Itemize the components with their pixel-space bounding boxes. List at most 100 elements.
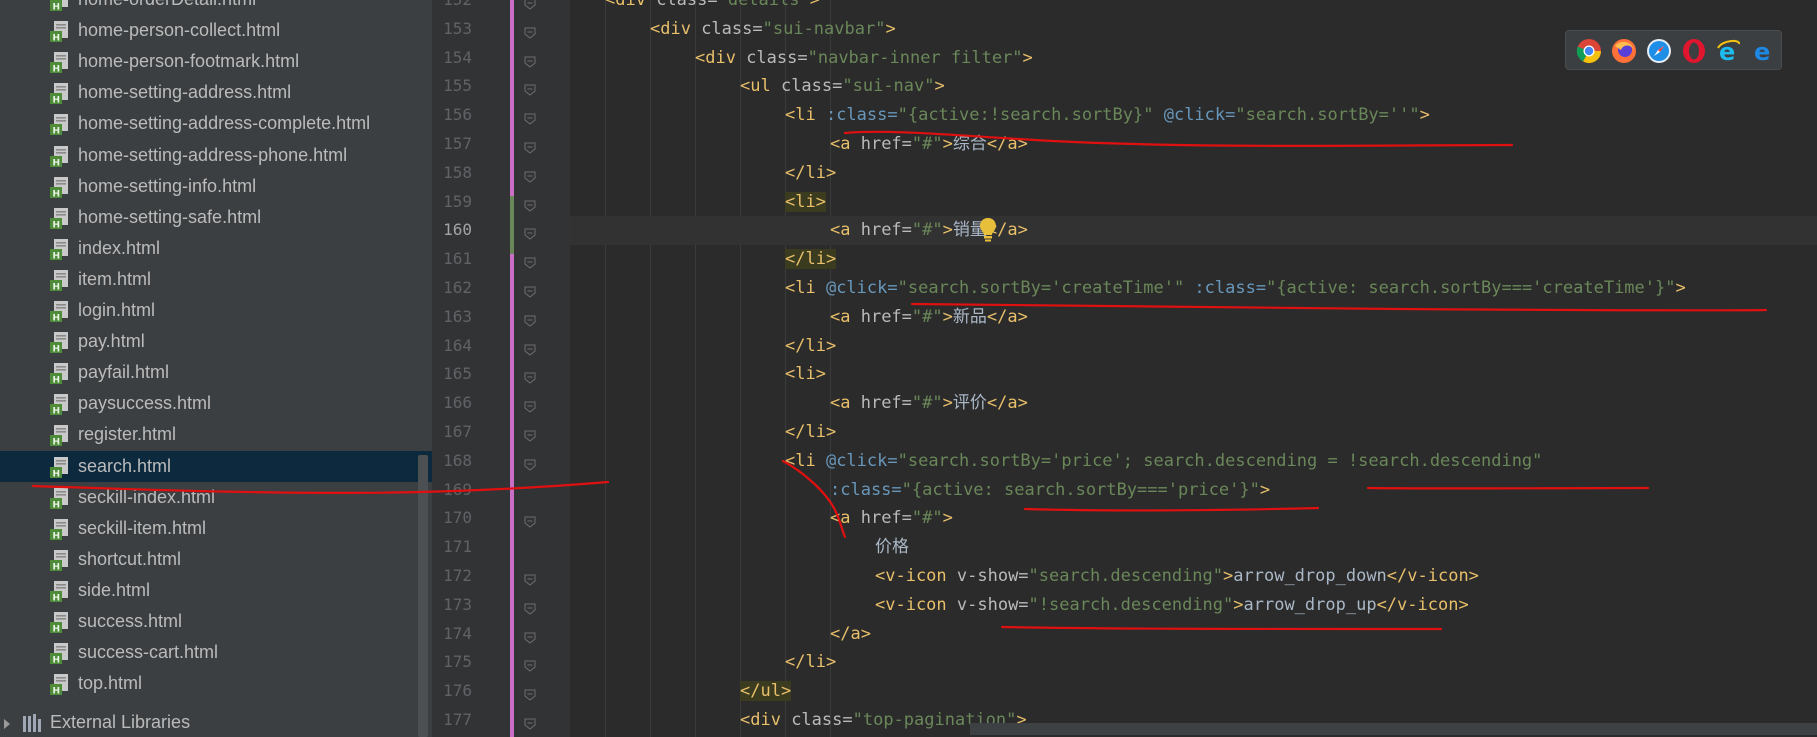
fold-marker-icon[interactable]: [524, 341, 536, 356]
chrome-icon[interactable]: [1576, 38, 1602, 64]
code-text: </li>: [785, 245, 837, 274]
code-token: :class=: [1194, 278, 1267, 298]
expand-arrow-icon[interactable]: [4, 719, 10, 729]
fold-marker-icon[interactable]: [524, 283, 536, 298]
code-text: </li>: [785, 159, 836, 188]
code-token: :class=: [825, 105, 898, 126]
safari-icon[interactable]: [1646, 38, 1672, 64]
file-tree-item[interactable]: Hpay.html: [0, 326, 432, 357]
fold-marker-icon[interactable]: [524, 427, 536, 442]
fold-marker-icon[interactable]: [524, 197, 536, 212]
fold-marker-icon[interactable]: [524, 629, 536, 644]
file-tree-item[interactable]: Hlogin.html: [0, 295, 432, 326]
code-line[interactable]: <v-icon v-show="!search.descending">arro…: [570, 591, 1817, 620]
fold-marker-icon[interactable]: [524, 571, 536, 586]
fold-marker-icon[interactable]: [524, 398, 536, 413]
file-tree-item[interactable]: Hhome-setting-address.html: [0, 77, 432, 108]
fold-marker-icon[interactable]: [524, 312, 536, 327]
fold-marker-icon[interactable]: [524, 110, 536, 125]
code-line[interactable]: <v-icon v-show="search.descending">arrow…: [570, 562, 1817, 591]
file-tree-item[interactable]: Hpayfail.html: [0, 357, 432, 388]
code-line[interactable]: <li>: [570, 188, 1817, 217]
file-tree-item[interactable]: Htop.html: [0, 668, 432, 699]
file-tree-item[interactable]: Hhome-setting-info.html: [0, 171, 432, 202]
fold-marker-icon[interactable]: [524, 225, 536, 241]
html-file-icon: H: [50, 549, 68, 571]
svg-text:H: H: [53, 220, 61, 229]
code-token: </li>: [785, 422, 837, 442]
fold-marker-icon[interactable]: [524, 715, 536, 730]
fold-marker-icon[interactable]: [524, 24, 536, 39]
file-tree-item[interactable]: Hhome-setting-address-complete.html: [0, 108, 432, 139]
external-libraries-item[interactable]: External Libraries: [0, 707, 432, 737]
fold-marker-icon[interactable]: [524, 254, 536, 269]
file-tree-item[interactable]: Hshortcut.html: [0, 544, 432, 575]
code-line[interactable]: <li :class="{active:!search.sortBy}" @cl…: [570, 101, 1817, 130]
file-tree-item[interactable]: Hhome-person-footmark.html: [0, 46, 432, 77]
ie-icon[interactable]: e: [1716, 38, 1742, 64]
lightbulb-icon[interactable]: [977, 216, 999, 242]
code-token: >: [1233, 594, 1244, 615]
code-line[interactable]: 价格: [570, 533, 1817, 562]
fold-marker-icon[interactable]: [524, 600, 536, 615]
code-line[interactable]: <a href="#">评价</a>: [570, 389, 1817, 418]
fold-marker-icon[interactable]: [524, 81, 536, 97]
file-tree-item[interactable]: Hsuccess.html: [0, 606, 432, 637]
html-file-icon: H: [50, 643, 68, 665]
fold-marker-icon[interactable]: [524, 53, 536, 68]
code-token: href=: [860, 306, 912, 327]
code-line[interactable]: <div class="details">: [570, 0, 1817, 15]
code-line[interactable]: <a href="#">综合</a>: [570, 130, 1817, 159]
html-file-icon: H: [50, 21, 68, 43]
code-line[interactable]: </ul>: [570, 677, 1817, 706]
code-line[interactable]: </li>: [570, 159, 1817, 188]
line-number: 168: [443, 450, 472, 470]
code-line[interactable]: :class="{active: search.sortBy==='price'…: [570, 476, 1817, 505]
code-line[interactable]: </li>: [570, 332, 1817, 361]
edge-icon[interactable]: e: [1751, 38, 1777, 64]
horizontal-scrollbar[interactable]: [970, 723, 1817, 735]
file-tree-item[interactable]: Hside.html: [0, 575, 432, 606]
svg-text:H: H: [53, 127, 61, 136]
code-line[interactable]: </li>: [570, 648, 1817, 677]
fold-marker-icon[interactable]: [524, 0, 536, 10]
code-line[interactable]: <a href="#">: [570, 504, 1817, 533]
code-line[interactable]: </a>: [570, 620, 1817, 649]
code-line[interactable]: <li>: [570, 360, 1817, 389]
file-tree-item[interactable]: Hhome-setting-address-phone.html: [0, 140, 432, 171]
code-line[interactable]: </li>: [570, 245, 1817, 274]
file-tree-item[interactable]: Hseckill-index.html: [0, 482, 432, 513]
file-tree-item[interactable]: Hindex.html: [0, 233, 432, 264]
project-tree-panel: Hhome-orderDetail.htmlHhome-person-colle…: [0, 0, 432, 737]
code-line[interactable]: <li @click="search.sortBy='createTime'" …: [570, 274, 1817, 303]
fold-marker-icon[interactable]: [524, 139, 536, 154]
file-tree-item[interactable]: Hregister.html: [0, 419, 432, 450]
code-line[interactable]: <ul class="sui-nav">: [570, 72, 1817, 101]
fold-marker-icon[interactable]: [524, 657, 536, 673]
fold-marker-icon[interactable]: [524, 369, 536, 385]
code-editor[interactable]: 152 153 154 155 156 157 158 159 160 161 162 163 164 1…: [432, 0, 1817, 737]
file-tree-item[interactable]: Hsearch.html: [0, 450, 432, 482]
firefox-icon[interactable]: [1611, 38, 1637, 64]
svg-text:H: H: [53, 314, 61, 323]
code-line[interactable]: <li @click="search.sortBy='price'; searc…: [570, 447, 1817, 476]
opera-icon[interactable]: [1681, 38, 1707, 64]
file-tree-item[interactable]: Hhome-setting-safe.html: [0, 202, 432, 233]
file-tree-item[interactable]: Hseckill-item.html: [0, 513, 432, 544]
code-token: 评价: [952, 393, 987, 414]
fold-marker-icon[interactable]: [524, 168, 536, 183]
file-tree-item[interactable]: Hsuccess-cart.html: [0, 637, 432, 668]
code-line[interactable]: </li>: [570, 418, 1817, 447]
code-text: <li>: [785, 188, 826, 217]
fold-marker-icon[interactable]: [524, 513, 536, 529]
code-line[interactable]: <a href="#">新品</a>: [570, 303, 1817, 332]
tree-scrollbar[interactable]: [418, 455, 428, 737]
fold-marker-icon[interactable]: [524, 456, 536, 471]
code-line[interactable]: <a href="#">销量</a>: [570, 216, 1817, 246]
file-tree-item[interactable]: Hpaysuccess.html: [0, 388, 432, 419]
file-tree-item[interactable]: Hitem.html: [0, 264, 432, 295]
file-tree-item[interactable]: Hhome-person-collect.html: [0, 15, 432, 46]
file-tree-item[interactable]: Hhome-orderDetail.html: [0, 0, 432, 15]
fold-marker-icon[interactable]: [524, 686, 536, 701]
line-number: 156: [443, 105, 472, 125]
